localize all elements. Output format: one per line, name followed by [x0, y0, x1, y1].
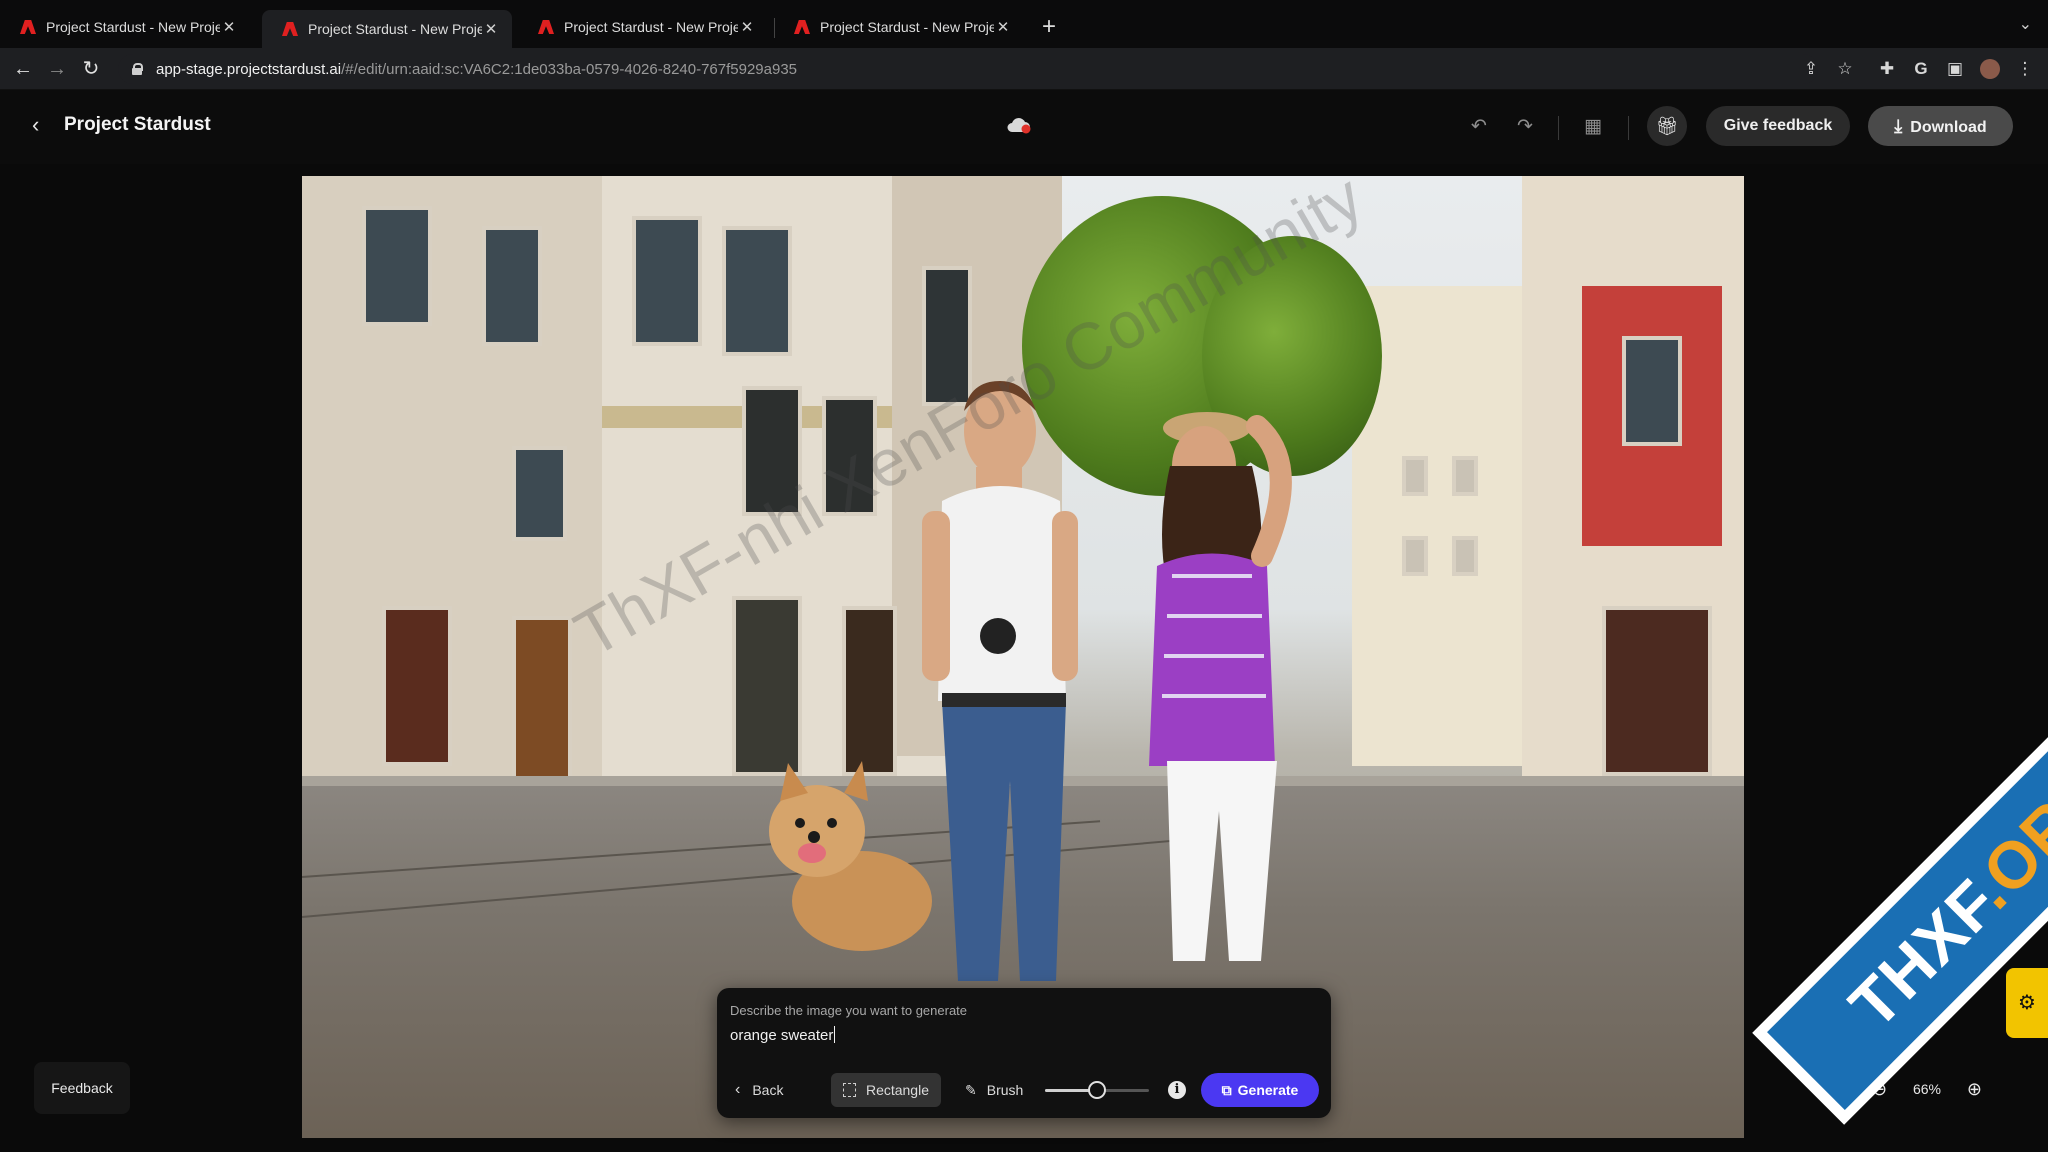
adobe-favicon-icon: [794, 20, 810, 34]
browser-tab-active[interactable]: Project Stardust - New Project ✕: [262, 10, 512, 48]
tab-title: Project Stardust - New Project: [308, 21, 482, 37]
adobe-favicon-icon: [538, 20, 554, 34]
rectangle-tool-button[interactable]: Rectangle: [831, 1073, 941, 1107]
generative-prompt-panel: Describe the image you want to generate …: [717, 988, 1331, 1118]
url-field[interactable]: app-stage.projectstardust.ai/#/edit/urn:…: [118, 54, 1818, 84]
info-icon[interactable]: i: [1168, 1081, 1186, 1099]
zoom-level[interactable]: 66%: [1913, 1081, 1941, 1097]
browser-tab[interactable]: Project Stardust - New Project ✕: [518, 10, 768, 44]
share-icon[interactable]: ⇪: [1800, 58, 1822, 80]
history-layers-icon[interactable]: ▦: [1580, 114, 1606, 140]
feedback-button[interactable]: Feedback: [34, 1062, 130, 1114]
project-title: Project Stardust: [64, 114, 211, 135]
browser-tab[interactable]: Project Stardust - New Project ✕: [0, 10, 250, 44]
woman-figure: [1149, 412, 1292, 961]
tab-title: Project Stardust - New Project: [820, 19, 994, 35]
window: [1402, 456, 1428, 496]
lock-icon: [132, 63, 143, 75]
doorway: [1602, 606, 1712, 776]
tab-title: Project Stardust - New Project: [564, 19, 738, 35]
dog-figure: [769, 761, 932, 951]
window: [1622, 336, 1682, 446]
browser-menu-icon[interactable]: ⋮: [2014, 58, 2036, 80]
download-icon: ⤓: [1894, 116, 1903, 136]
back-label: Back: [752, 1082, 784, 1098]
side-panel-icon[interactable]: ▣: [1944, 58, 1966, 80]
chevron-left-icon[interactable]: ‹: [32, 112, 39, 138]
adobe-favicon-icon: [20, 20, 36, 34]
back-arrow-icon[interactable]: ←: [10, 56, 36, 82]
window: [362, 206, 432, 326]
thxf-watermark-badge: THXF.ORG: [1752, 665, 2048, 1125]
shopfront: [732, 596, 802, 776]
profile-avatar[interactable]: [1980, 59, 2000, 79]
app-header: ‹ Project Stardust ↶ ↷ ▦ 🎁︎ Give feedbac…: [0, 90, 2048, 164]
window: [1402, 536, 1428, 576]
adobe-favicon-icon: [282, 22, 298, 36]
generate-button[interactable]: ⧉ Generate: [1201, 1073, 1319, 1107]
window: [1452, 536, 1478, 576]
header-divider: [1628, 116, 1629, 140]
brush-label: Brush: [986, 1082, 1024, 1098]
browser-address-bar: ← → ↻ app-stage.projectstardust.ai/#/edi…: [0, 48, 2048, 90]
doorway: [382, 606, 452, 766]
window: [722, 226, 792, 356]
slider-thumb[interactable]: [1088, 1081, 1106, 1099]
back-button[interactable]: ‹ Back: [723, 1073, 801, 1107]
url-host: app-stage.projectstardust.ai: [156, 60, 342, 78]
prompt-input[interactable]: orange sweater: [730, 1026, 1310, 1050]
download-label: Download: [1910, 119, 1987, 136]
window: [512, 446, 567, 541]
prompt-label: Describe the image you want to generate: [730, 1003, 968, 1018]
brush-icon: ✎: [965, 1082, 977, 1098]
gift-icon[interactable]: 🎁︎: [1647, 106, 1687, 146]
window: [482, 226, 542, 346]
extensions-puzzle-icon[interactable]: ✚: [1876, 58, 1898, 80]
close-icon[interactable]: ✕: [994, 18, 1012, 36]
forward-arrow-icon[interactable]: →: [44, 56, 70, 82]
redo-icon[interactable]: ↷: [1512, 114, 1538, 140]
tab-title: Project Stardust - New Project: [46, 19, 220, 35]
undo-icon[interactable]: ↶: [1466, 114, 1492, 140]
header-divider: [1558, 116, 1559, 140]
bookmark-star-icon[interactable]: ☆: [1834, 58, 1856, 80]
close-icon[interactable]: ✕: [482, 20, 500, 38]
download-button[interactable]: ⤓ Download: [1868, 106, 2013, 146]
brush-tool-button[interactable]: ✎ Brush: [953, 1073, 1035, 1107]
generate-label: Generate: [1237, 1082, 1299, 1098]
window: [632, 216, 702, 346]
give-feedback-button[interactable]: Give feedback: [1706, 106, 1850, 146]
new-tab-plus-icon[interactable]: +: [1042, 12, 1056, 42]
browser-tab-strip: Project Stardust - New Project ✕ Project…: [0, 0, 2048, 48]
tab-search-chevron-icon[interactable]: ⌄: [2019, 14, 2032, 34]
badge-inner: THXF.ORG: [1767, 680, 2048, 1110]
reload-icon[interactable]: ↻: [78, 56, 104, 82]
text-caret: [834, 1026, 836, 1043]
window: [1452, 456, 1478, 496]
shopfront: [842, 606, 897, 776]
google-extension-icon[interactable]: G: [1910, 58, 1932, 80]
gear-icon[interactable]: ⚙: [2006, 968, 2048, 1038]
rectangle-label: Rectangle: [865, 1082, 929, 1098]
generate-sparkle-icon: ⧉: [1221, 1082, 1232, 1098]
doorway: [512, 616, 572, 786]
chevron-left-icon: ‹: [735, 1081, 741, 1098]
rectangle-select-icon: [843, 1083, 856, 1097]
brush-size-slider[interactable]: [1045, 1081, 1149, 1099]
url-path: /#/edit/urn:aaid:sc:VA6C2:1de033ba-0579-…: [341, 60, 798, 78]
browser-tab[interactable]: Project Stardust - New Project ✕: [774, 10, 1024, 44]
cloud-sync-error-icon[interactable]: [1006, 116, 1032, 134]
prompt-input-value: orange sweater: [730, 1027, 834, 1044]
zoom-in-icon[interactable]: ⊕: [1967, 1079, 1982, 1100]
close-icon[interactable]: ✕: [738, 18, 756, 36]
close-icon[interactable]: ✕: [220, 18, 238, 36]
